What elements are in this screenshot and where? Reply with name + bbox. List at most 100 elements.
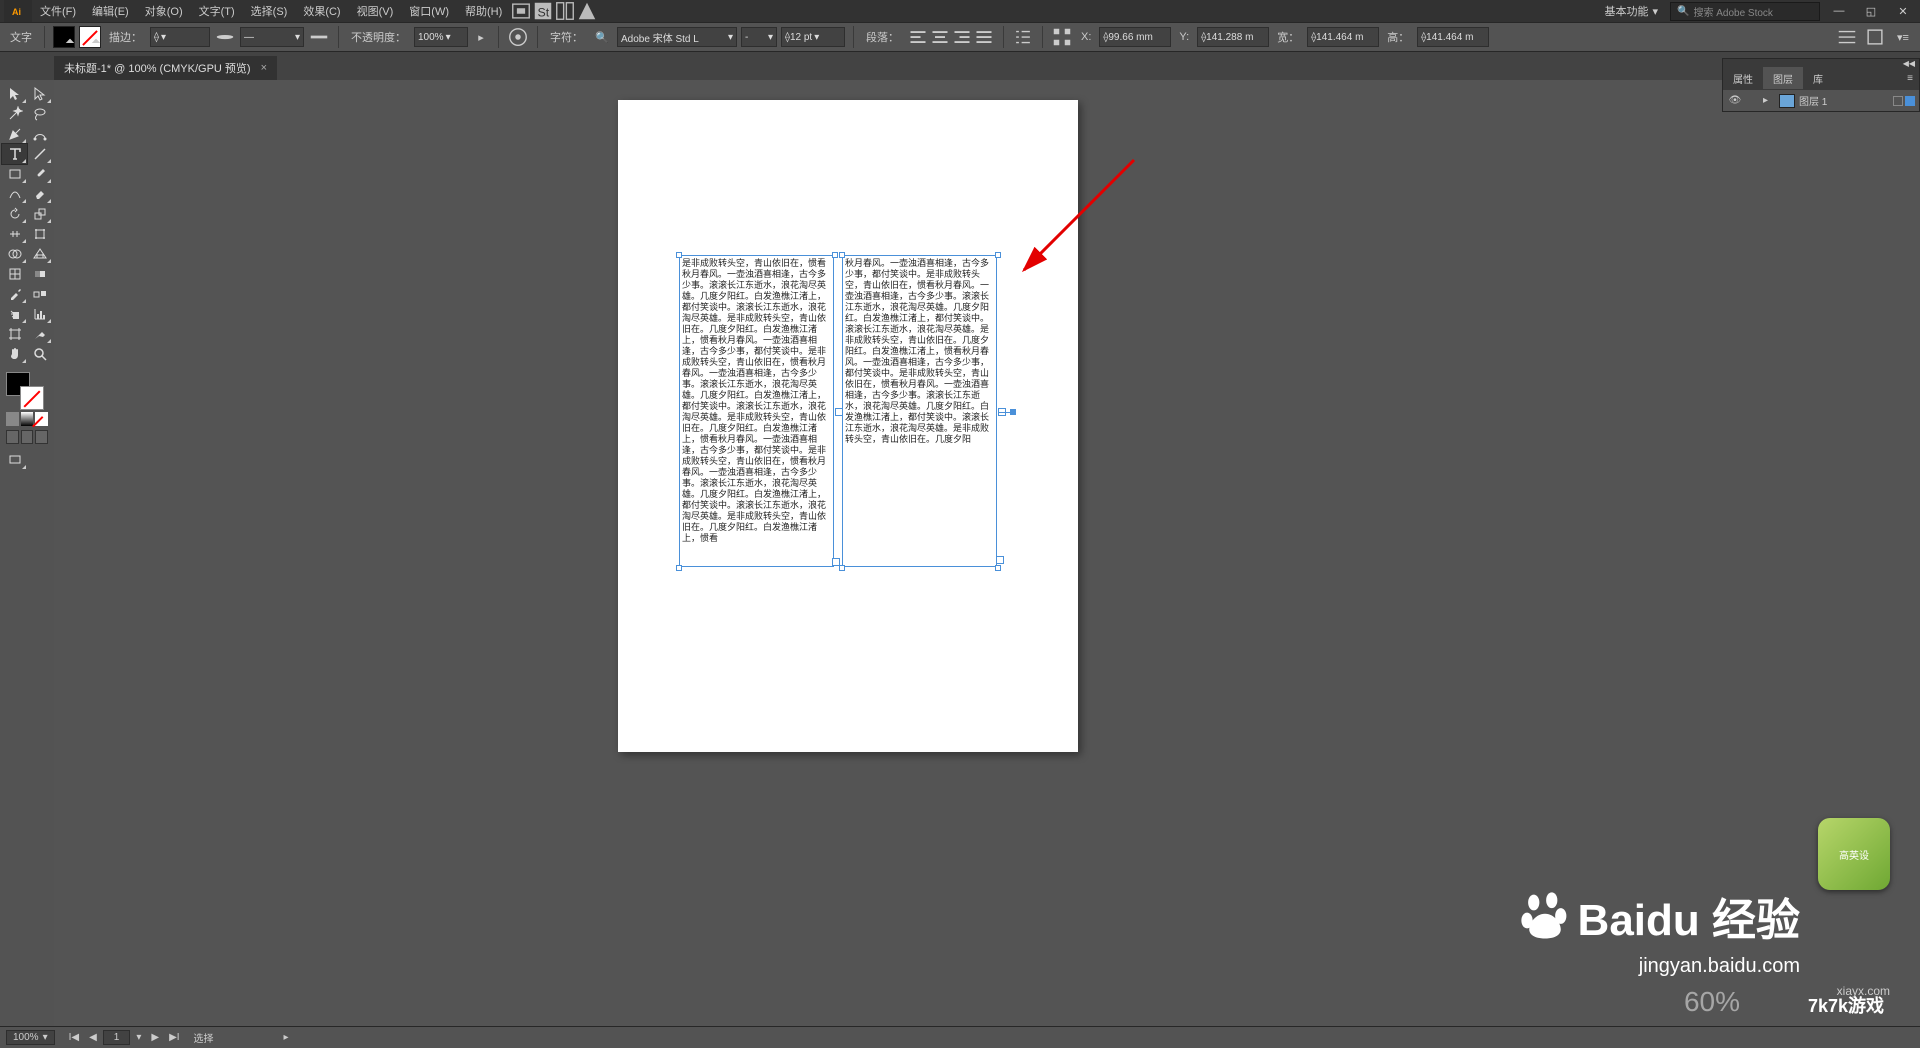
variable-width-select[interactable]: —▾ xyxy=(240,27,304,47)
menu-select[interactable]: 选择(S) xyxy=(243,0,296,22)
font-style-select[interactable]: -▾ xyxy=(741,27,777,47)
panel-collapse-icon[interactable]: ◀◀ xyxy=(1903,59,1915,67)
rotate-tool[interactable] xyxy=(2,204,27,224)
recolor-icon[interactable] xyxy=(507,26,529,48)
menu-edit[interactable]: 编辑(E) xyxy=(84,0,137,22)
arrange-docs-icon[interactable] xyxy=(554,0,576,22)
panel-tab-layers[interactable]: 图层 xyxy=(1763,67,1803,89)
artboard-number-input[interactable]: 1 xyxy=(103,1030,131,1045)
chevron-down-icon[interactable]: ▾ xyxy=(161,32,166,43)
h-input[interactable]: ⟠141.464 m xyxy=(1417,27,1489,47)
perspective-tool[interactable] xyxy=(27,244,52,264)
fill-swatch[interactable] xyxy=(53,26,75,48)
align-center-icon[interactable] xyxy=(929,26,951,48)
menu-object[interactable]: 对象(O) xyxy=(137,0,191,22)
width-tool[interactable] xyxy=(2,224,27,244)
direct-selection-tool[interactable] xyxy=(27,84,52,104)
free-transform-tool[interactable] xyxy=(27,224,52,244)
menu-type[interactable]: 文字(T) xyxy=(191,0,243,22)
window-restore[interactable]: ◱ xyxy=(1858,2,1884,20)
align-right-icon[interactable] xyxy=(951,26,973,48)
shape-builder-tool[interactable] xyxy=(2,244,27,264)
stock-search-input[interactable]: 🔍 搜索 Adobe Stock xyxy=(1670,2,1820,21)
thread-end-handle[interactable] xyxy=(1010,409,1016,415)
nav-prev-icon[interactable]: ◀ xyxy=(85,1032,101,1043)
mesh-tool[interactable] xyxy=(2,264,27,284)
color-mode-solid[interactable] xyxy=(6,412,19,426)
snap-icon[interactable] xyxy=(1864,26,1886,48)
menu-view[interactable]: 视图(V) xyxy=(349,0,402,22)
panel-menu-icon[interactable]: ≡ xyxy=(1901,73,1919,84)
eraser-tool[interactable] xyxy=(27,184,52,204)
stock-icon[interactable]: St xyxy=(532,0,554,22)
color-mode-none[interactable] xyxy=(35,412,48,426)
selection-handle[interactable] xyxy=(995,252,1001,258)
draw-normal[interactable] xyxy=(6,430,19,444)
gpu-icon[interactable] xyxy=(576,0,598,22)
selection-handle[interactable] xyxy=(832,252,838,258)
close-icon[interactable]: × xyxy=(261,62,267,74)
shaper-tool[interactable] xyxy=(2,184,27,204)
zoom-select[interactable]: 100% ▾ xyxy=(6,1030,55,1045)
screen-mode-tool[interactable] xyxy=(2,450,27,470)
panel-tab-libraries[interactable]: 库 xyxy=(1803,67,1833,89)
gradient-tool[interactable] xyxy=(27,264,52,284)
expand-icon[interactable]: ▸ xyxy=(1763,95,1775,106)
canvas[interactable]: 是非成败转头空，青山依旧在，惯看秋月春风。一壶浊酒喜相逢，古今多少事。滚滚长江东… xyxy=(54,80,1920,1026)
font-family-select[interactable]: Adobe 宋体 Std L▾ xyxy=(617,27,737,47)
graph-tool[interactable] xyxy=(27,304,52,324)
stroke-color-proxy[interactable] xyxy=(20,386,44,410)
menu-file[interactable]: 文件(F) xyxy=(32,0,84,22)
selection-handle[interactable] xyxy=(676,565,682,571)
artboard-tool[interactable] xyxy=(2,324,27,344)
scale-tool[interactable] xyxy=(27,204,52,224)
window-minimize[interactable]: — xyxy=(1826,2,1852,20)
hand-tool[interactable] xyxy=(2,344,27,364)
selection-tool[interactable] xyxy=(2,84,27,104)
color-mode-gradient[interactable] xyxy=(21,412,34,426)
stepper-icon[interactable]: ⟠ xyxy=(154,32,159,43)
status-play-icon[interactable]: ▸ xyxy=(284,1032,289,1043)
w-input[interactable]: ⟠141.464 m xyxy=(1307,27,1379,47)
text-inport-2[interactable] xyxy=(835,408,843,416)
align-justify-icon[interactable] xyxy=(973,26,995,48)
opacity-input[interactable]: 100%▾ xyxy=(414,27,468,47)
workspace-switcher[interactable]: 基本功能 ▾ xyxy=(1598,3,1664,19)
bridge-icon[interactable] xyxy=(510,0,532,22)
draw-behind[interactable] xyxy=(21,430,34,444)
lasso-tool[interactable] xyxy=(27,104,52,124)
nav-next-icon[interactable]: ▶ xyxy=(147,1032,163,1043)
x-input[interactable]: ⟠99.66 mm xyxy=(1099,27,1171,47)
panel-tab-properties[interactable]: 属性 xyxy=(1723,67,1763,89)
nav-last-icon[interactable]: ▶I xyxy=(165,1032,183,1043)
y-input[interactable]: ⟠141.288 m xyxy=(1197,27,1269,47)
magic-wand-tool[interactable] xyxy=(2,104,27,124)
selection-handle[interactable] xyxy=(995,565,1001,571)
rectangle-tool[interactable] xyxy=(2,164,27,184)
layer-target[interactable] xyxy=(1893,96,1915,106)
vstroke-profile-icon[interactable] xyxy=(214,26,236,48)
nav-first-icon[interactable]: I◀ xyxy=(65,1032,83,1043)
font-size-input[interactable]: ⟠12 pt▾ xyxy=(781,27,845,47)
layer-row[interactable]: 👁 ▸ 图层 1 xyxy=(1723,89,1919,111)
window-close[interactable]: ✕ xyxy=(1890,2,1916,20)
text-frame-1[interactable]: 是非成败转头空，青山依旧在，惯看秋月春风。一壶浊酒喜相逢，古今多少事。滚滚长江东… xyxy=(679,255,834,567)
char-search-icon[interactable]: 🔍 xyxy=(591,26,613,48)
slice-tool[interactable] xyxy=(27,324,52,344)
symbol-sprayer-tool[interactable] xyxy=(2,304,27,324)
curvature-tool[interactable] xyxy=(27,124,52,144)
chevron-down-icon[interactable]: ▾ xyxy=(132,1032,145,1043)
line-tool[interactable] xyxy=(27,144,52,164)
opacity-next-icon[interactable]: ▸ xyxy=(472,26,490,48)
transform-panel-icon[interactable] xyxy=(1051,26,1073,48)
panel-menu-icon[interactable]: ▾≡ xyxy=(1892,26,1914,48)
visibility-toggle-icon[interactable]: 👁 xyxy=(1727,95,1743,106)
selection-handle[interactable] xyxy=(839,252,845,258)
type-tool[interactable] xyxy=(2,144,27,164)
blend-tool[interactable] xyxy=(27,284,52,304)
zoom-tool[interactable] xyxy=(27,344,52,364)
eyedropper-tool[interactable] xyxy=(2,284,27,304)
paintbrush-tool[interactable] xyxy=(27,164,52,184)
menu-effect[interactable]: 效果(C) xyxy=(295,0,348,22)
text-outport-1[interactable] xyxy=(832,558,840,566)
